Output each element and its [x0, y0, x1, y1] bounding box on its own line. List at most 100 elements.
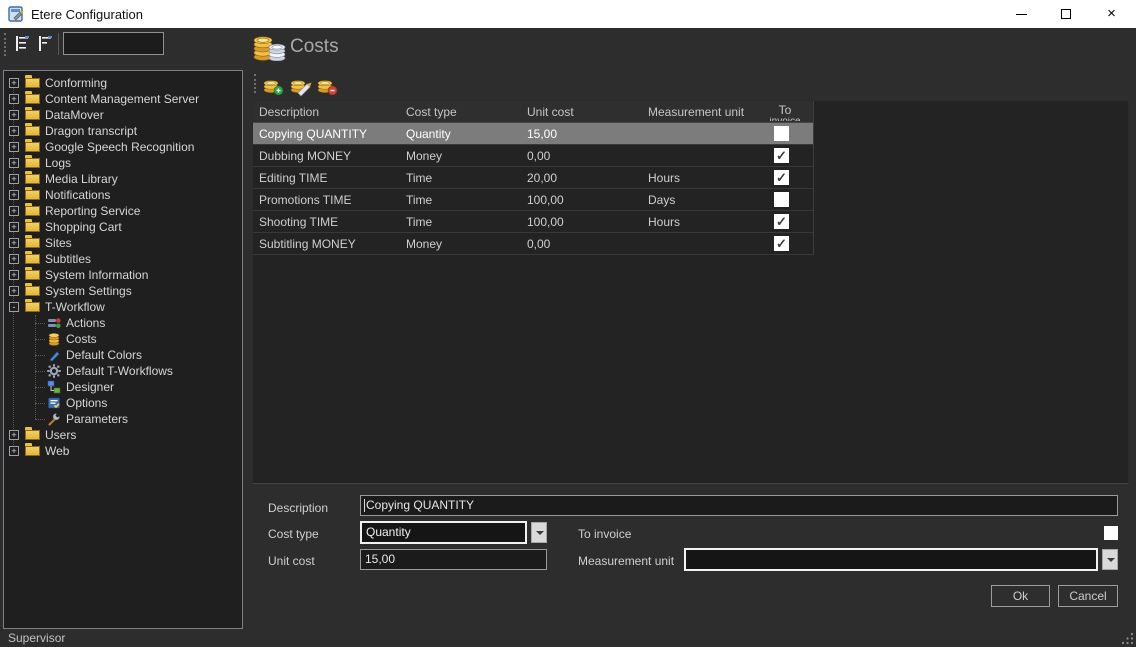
add-cost-button[interactable]	[261, 73, 285, 97]
sidebar-item-default-colors[interactable]: Default Colors	[4, 347, 242, 363]
sidebar-item-sites[interactable]: +Sites	[4, 235, 242, 251]
sidebar-item-notifications[interactable]: +Notifications	[4, 187, 242, 203]
cost-type-select[interactable]: Quantity	[360, 521, 547, 544]
folder-icon	[25, 270, 40, 280]
folder-icon	[25, 254, 40, 264]
sidebar-item-logs[interactable]: +Logs	[4, 155, 242, 171]
folder-icon	[25, 430, 40, 440]
to-invoice-checkbox[interactable]	[774, 126, 789, 141]
cancel-button[interactable]: Cancel	[1058, 585, 1118, 607]
options-icon	[47, 396, 61, 410]
coins-edit-icon	[288, 73, 312, 97]
expand-icon[interactable]: +	[9, 190, 19, 200]
tree-collapse-icon[interactable]	[36, 34, 55, 53]
to-invoice-checkbox[interactable]: ✓	[774, 170, 789, 185]
sidebar-item-conforming[interactable]: +Conforming	[4, 75, 242, 91]
expand-icon[interactable]: +	[9, 270, 19, 280]
to-invoice-checkbox[interactable]: ✓	[774, 148, 789, 163]
to-invoice-checkbox[interactable]	[774, 192, 789, 207]
sidebar-item-content-management-server[interactable]: +Content Management Server	[4, 91, 242, 107]
folder-icon	[25, 446, 40, 456]
designer-icon	[47, 380, 61, 394]
collapse-icon[interactable]: -	[9, 302, 19, 312]
table-row[interactable]: Promotions TIME Time 100,00 Days	[253, 189, 813, 211]
expand-icon[interactable]: +	[9, 110, 19, 120]
expand-icon[interactable]: +	[9, 254, 19, 264]
table-row[interactable]: Editing TIME Time 20,00 Hours ✓	[253, 167, 813, 189]
table-row[interactable]: Copying QUANTITY Quantity 15,00	[253, 123, 813, 145]
edit-cost-button[interactable]	[288, 73, 312, 97]
sidebar-item-system-settings[interactable]: +System Settings	[4, 283, 242, 299]
sidebar-item-options[interactable]: Options	[4, 395, 242, 411]
sidebar-item-default-t-workflows[interactable]: Default T-Workflows	[4, 363, 242, 379]
column-header-description[interactable]: Description	[259, 105, 319, 119]
delete-cost-button[interactable]	[315, 73, 339, 97]
tree-filter-input[interactable]	[63, 32, 164, 55]
sidebar-item-web[interactable]: +Web	[4, 443, 242, 459]
description-input[interactable]: Copying QUANTITY	[360, 495, 1118, 516]
coins-add-icon	[261, 73, 285, 97]
tree-expand-icon[interactable]	[13, 34, 32, 53]
sidebar-item-google-speech-recognition[interactable]: +Google Speech Recognition	[4, 139, 242, 155]
sidebar-item-dragon-transcript[interactable]: +Dragon transcript	[4, 123, 242, 139]
chevron-down-icon[interactable]	[1102, 549, 1118, 570]
column-header-measurement-unit[interactable]: Measurement unit	[648, 105, 744, 119]
table-row[interactable]: Subtitling MONEY Money 0,00 ✓	[253, 233, 813, 255]
expand-icon[interactable]: +	[9, 142, 19, 152]
sidebar-item-designer[interactable]: Designer	[4, 379, 242, 395]
expand-icon[interactable]: +	[9, 158, 19, 168]
to-invoice-form-checkbox[interactable]	[1104, 526, 1118, 540]
close-button[interactable]: ×	[1089, 0, 1134, 28]
column-header-unit-cost[interactable]: Unit cost	[527, 105, 574, 119]
coins-delete-icon	[315, 73, 339, 97]
sidebar-item-datamover[interactable]: +DataMover	[4, 107, 242, 123]
costs-toolbar-grip[interactable]	[254, 74, 256, 93]
expand-icon[interactable]: +	[9, 206, 19, 216]
logged-in-user: Supervisor	[8, 631, 65, 645]
sidebar-item-media-library[interactable]: +Media Library	[4, 171, 242, 187]
sidebar-item-t-workflow[interactable]: -T-Workflow	[4, 299, 242, 315]
sidebar-item-users[interactable]: +Users	[4, 427, 242, 443]
toolbar-grip[interactable]	[4, 33, 6, 56]
measurement-unit-select[interactable]	[684, 548, 1118, 571]
actions-icon	[47, 316, 61, 330]
expand-icon[interactable]: +	[9, 126, 19, 136]
to-invoice-checkbox[interactable]: ✓	[774, 236, 789, 251]
expand-icon[interactable]: +	[9, 222, 19, 232]
ok-button[interactable]: Ok	[991, 585, 1050, 607]
sidebar-item-costs[interactable]: Costs	[4, 331, 242, 347]
folder-icon	[25, 206, 40, 216]
toolbar-separator	[58, 33, 59, 55]
folder-icon	[25, 190, 40, 200]
unit-cost-input[interactable]: 15,00	[360, 549, 547, 570]
expand-icon[interactable]: +	[9, 238, 19, 248]
sidebar-item-system-information[interactable]: +System Information	[4, 267, 242, 283]
sidebar-item-reporting-service[interactable]: +Reporting Service	[4, 203, 242, 219]
expand-icon[interactable]: +	[9, 174, 19, 184]
navigation-tree: +Conforming +Content Management Server +…	[4, 75, 242, 459]
costs-table: Description Cost type Unit cost Measurem…	[253, 101, 814, 255]
column-header-to-invoice[interactable]: To invoice	[758, 103, 812, 121]
sidebar-item-actions[interactable]: Actions	[4, 315, 242, 331]
folder-icon	[25, 174, 40, 184]
sidebar-item-parameters[interactable]: Parameters	[4, 411, 242, 427]
app-window: Etere Configuration × +Conforming +Conte…	[0, 0, 1136, 647]
expand-icon[interactable]: +	[9, 446, 19, 456]
maximize-button[interactable]	[1044, 0, 1089, 28]
table-row[interactable]: Shooting TIME Time 100,00 Hours ✓	[253, 211, 813, 233]
expand-icon[interactable]: +	[9, 430, 19, 440]
column-header-cost-type[interactable]: Cost type	[406, 105, 457, 119]
sidebar-item-shopping-cart[interactable]: +Shopping Cart	[4, 219, 242, 235]
sidebar-item-subtitles[interactable]: +Subtitles	[4, 251, 242, 267]
expand-icon[interactable]: +	[9, 78, 19, 88]
resize-grip[interactable]	[1121, 632, 1134, 645]
chevron-down-icon[interactable]	[531, 522, 547, 543]
expand-icon[interactable]: +	[9, 286, 19, 296]
folder-icon	[25, 286, 40, 296]
table-row[interactable]: Dubbing MONEY Money 0,00 ✓	[253, 145, 813, 167]
coins-stack-icon	[252, 31, 286, 61]
to-invoice-checkbox[interactable]: ✓	[774, 214, 789, 229]
folder-icon	[25, 94, 40, 104]
expand-icon[interactable]: +	[9, 94, 19, 104]
minimize-button[interactable]	[999, 0, 1044, 28]
